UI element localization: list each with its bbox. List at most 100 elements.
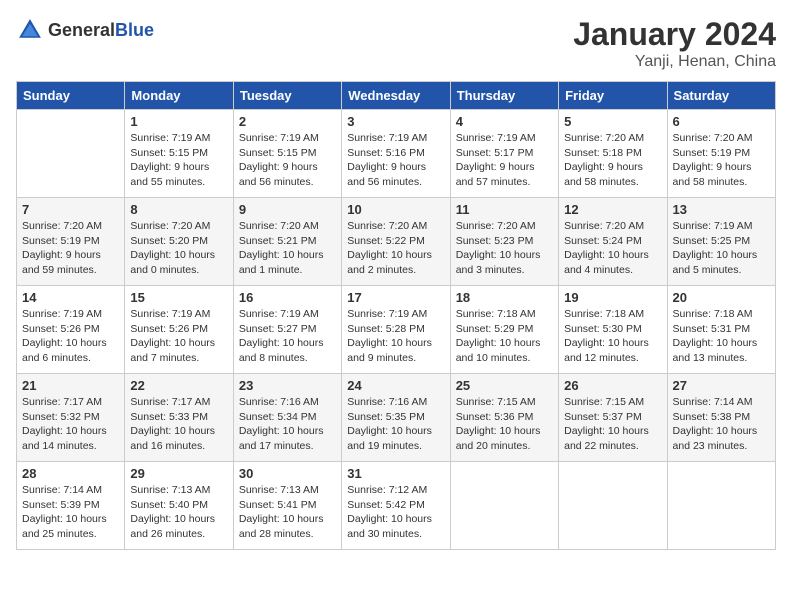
table-row [667, 462, 775, 550]
day-info: Sunrise: 7:19 AM Sunset: 5:16 PM Dayligh… [347, 131, 444, 190]
table-row: 20Sunrise: 7:18 AM Sunset: 5:31 PM Dayli… [667, 286, 775, 374]
day-number: 28 [22, 466, 119, 481]
table-row: 16Sunrise: 7:19 AM Sunset: 5:27 PM Dayli… [233, 286, 341, 374]
table-row: 25 Sunrise: 7:15 AM Sunset: 5:36 PM Dayli… [450, 374, 558, 462]
col-sunday: Sunday [17, 82, 125, 110]
day-info: Sunrise: 7:18 AM Sunset: 5:30 PM Dayligh… [564, 307, 661, 366]
table-row: 7Sunrise: 7:20 AM Sunset: 5:19 PM Daylig… [17, 198, 125, 286]
day-number: 5 [564, 114, 661, 129]
logo: GeneralBlue [16, 16, 154, 44]
table-row: 27 Sunrise: 7:14 AM Sunset: 5:38 PM Dayli… [667, 374, 775, 462]
table-row: 5 Sunrise: 7:20 AM Sunset: 5:18 PM Daylig… [559, 110, 667, 198]
day-info: Sunrise: 7:20 AM Sunset: 5:23 PM Dayligh… [456, 219, 553, 278]
day-number: 1 [130, 114, 227, 129]
day-number: 23 [239, 378, 336, 393]
location-title: Yanji, Henan, China [573, 53, 776, 71]
day-info: Sunrise: 7:13 AM Sunset: 5:40 PM Dayligh… [130, 483, 227, 542]
table-row [559, 462, 667, 550]
table-row: 10 Sunrise: 7:20 AM Sunset: 5:22 PM Dayli… [342, 198, 450, 286]
col-wednesday: Wednesday [342, 82, 450, 110]
day-number: 30 [239, 466, 336, 481]
table-row: 28Sunrise: 7:14 AM Sunset: 5:39 PM Dayli… [17, 462, 125, 550]
day-info: Sunrise: 7:20 AM Sunset: 5:19 PM Dayligh… [673, 131, 770, 190]
day-info: Sunrise: 7:19 AM Sunset: 5:28 PM Dayligh… [347, 307, 444, 366]
table-row: 22Sunrise: 7:17 AM Sunset: 5:33 PM Dayli… [125, 374, 233, 462]
day-info: Sunrise: 7:15 AM Sunset: 5:37 PM Dayligh… [564, 395, 661, 454]
table-row: 18Sunrise: 7:18 AM Sunset: 5:29 PM Dayli… [450, 286, 558, 374]
calendar-table: Sunday Monday Tuesday Wednesday Thursday… [16, 81, 776, 550]
day-number: 24 [347, 378, 444, 393]
day-number: 3 [347, 114, 444, 129]
day-info: Sunrise: 7:20 AM Sunset: 5:18 PM Dayligh… [564, 131, 661, 190]
day-number: 12 [564, 202, 661, 217]
day-number: 14 [22, 290, 119, 305]
day-number: 13 [673, 202, 770, 217]
table-row: 31 Sunrise: 7:12 AM Sunset: 5:42 PM Dayli… [342, 462, 450, 550]
table-row: 8Sunrise: 7:20 AM Sunset: 5:20 PM Daylig… [125, 198, 233, 286]
table-row: 21Sunrise: 7:17 AM Sunset: 5:32 PM Dayli… [17, 374, 125, 462]
day-number: 11 [456, 202, 553, 217]
month-title: January 2024 [573, 16, 776, 53]
table-row: 30 Sunrise: 7:13 AM Sunset: 5:41 PM Dayli… [233, 462, 341, 550]
table-row: 19Sunrise: 7:18 AM Sunset: 5:30 PM Dayli… [559, 286, 667, 374]
day-number: 25 [456, 378, 553, 393]
day-number: 18 [456, 290, 553, 305]
table-row: 24Sunrise: 7:16 AM Sunset: 5:35 PM Dayli… [342, 374, 450, 462]
day-info: Sunrise: 7:19 AM Sunset: 5:25 PM Dayligh… [673, 219, 770, 278]
day-info: Sunrise: 7:15 AM Sunset: 5:36 PM Dayligh… [456, 395, 553, 454]
day-number: 26 [564, 378, 661, 393]
day-number: 29 [130, 466, 227, 481]
calendar-week-row: 14 Sunrise: 7:19 AM Sunset: 5:26 PM Dayli… [17, 286, 776, 374]
day-number: 31 [347, 466, 444, 481]
col-tuesday: Tuesday [233, 82, 341, 110]
day-number: 15 [130, 290, 227, 305]
day-info: Sunrise: 7:20 AM Sunset: 5:24 PM Dayligh… [564, 219, 661, 278]
title-block: January 2024 Yanji, Henan, China [573, 16, 776, 71]
day-info: Sunrise: 7:17 AM Sunset: 5:33 PM Dayligh… [130, 395, 227, 454]
table-row: 4 Sunrise: 7:19 AM Sunset: 5:17 PM Daylig… [450, 110, 558, 198]
calendar-header-row: Sunday Monday Tuesday Wednesday Thursday… [17, 82, 776, 110]
day-number: 2 [239, 114, 336, 129]
day-number: 21 [22, 378, 119, 393]
calendar-week-row: 7Sunrise: 7:20 AM Sunset: 5:19 PM Daylig… [17, 198, 776, 286]
day-info: Sunrise: 7:20 AM Sunset: 5:19 PM Dayligh… [22, 219, 119, 278]
day-number: 4 [456, 114, 553, 129]
day-number: 27 [673, 378, 770, 393]
day-info: Sunrise: 7:19 AM Sunset: 5:15 PM Dayligh… [239, 131, 336, 190]
day-number: 17 [347, 290, 444, 305]
calendar-week-row: 1 Sunrise: 7:19 AM Sunset: 5:15 PM Daylig… [17, 110, 776, 198]
table-row: 29 Sunrise: 7:13 AM Sunset: 5:40 PM Dayli… [125, 462, 233, 550]
day-number: 10 [347, 202, 444, 217]
logo-icon [16, 16, 44, 44]
col-friday: Friday [559, 82, 667, 110]
table-row [17, 110, 125, 198]
calendar-week-row: 28Sunrise: 7:14 AM Sunset: 5:39 PM Dayli… [17, 462, 776, 550]
col-thursday: Thursday [450, 82, 558, 110]
calendar-week-row: 21Sunrise: 7:17 AM Sunset: 5:32 PM Dayli… [17, 374, 776, 462]
table-row: 15 Sunrise: 7:19 AM Sunset: 5:26 PM Dayli… [125, 286, 233, 374]
table-row: 11 Sunrise: 7:20 AM Sunset: 5:23 PM Dayli… [450, 198, 558, 286]
day-info: Sunrise: 7:19 AM Sunset: 5:17 PM Dayligh… [456, 131, 553, 190]
day-info: Sunrise: 7:12 AM Sunset: 5:42 PM Dayligh… [347, 483, 444, 542]
table-row: 26 Sunrise: 7:15 AM Sunset: 5:37 PM Dayli… [559, 374, 667, 462]
col-saturday: Saturday [667, 82, 775, 110]
table-row: 12 Sunrise: 7:20 AM Sunset: 5:24 PM Dayli… [559, 198, 667, 286]
day-info: Sunrise: 7:19 AM Sunset: 5:27 PM Dayligh… [239, 307, 336, 366]
day-info: Sunrise: 7:14 AM Sunset: 5:38 PM Dayligh… [673, 395, 770, 454]
table-row: 13 Sunrise: 7:19 AM Sunset: 5:25 PM Dayli… [667, 198, 775, 286]
day-info: Sunrise: 7:19 AM Sunset: 5:26 PM Dayligh… [130, 307, 227, 366]
day-info: Sunrise: 7:20 AM Sunset: 5:21 PM Dayligh… [239, 219, 336, 278]
day-info: Sunrise: 7:16 AM Sunset: 5:34 PM Dayligh… [239, 395, 336, 454]
day-info: Sunrise: 7:18 AM Sunset: 5:31 PM Dayligh… [673, 307, 770, 366]
day-number: 9 [239, 202, 336, 217]
day-number: 8 [130, 202, 227, 217]
day-info: Sunrise: 7:13 AM Sunset: 5:41 PM Dayligh… [239, 483, 336, 542]
logo-general: General [48, 20, 115, 40]
day-info: Sunrise: 7:19 AM Sunset: 5:15 PM Dayligh… [130, 131, 227, 190]
day-info: Sunrise: 7:20 AM Sunset: 5:22 PM Dayligh… [347, 219, 444, 278]
page-header: GeneralBlue January 2024 Yanji, Henan, C… [16, 16, 776, 71]
table-row: 6Sunrise: 7:20 AM Sunset: 5:19 PM Daylig… [667, 110, 775, 198]
table-row [450, 462, 558, 550]
table-row: 9 Sunrise: 7:20 AM Sunset: 5:21 PM Daylig… [233, 198, 341, 286]
table-row: 2 Sunrise: 7:19 AM Sunset: 5:15 PM Daylig… [233, 110, 341, 198]
